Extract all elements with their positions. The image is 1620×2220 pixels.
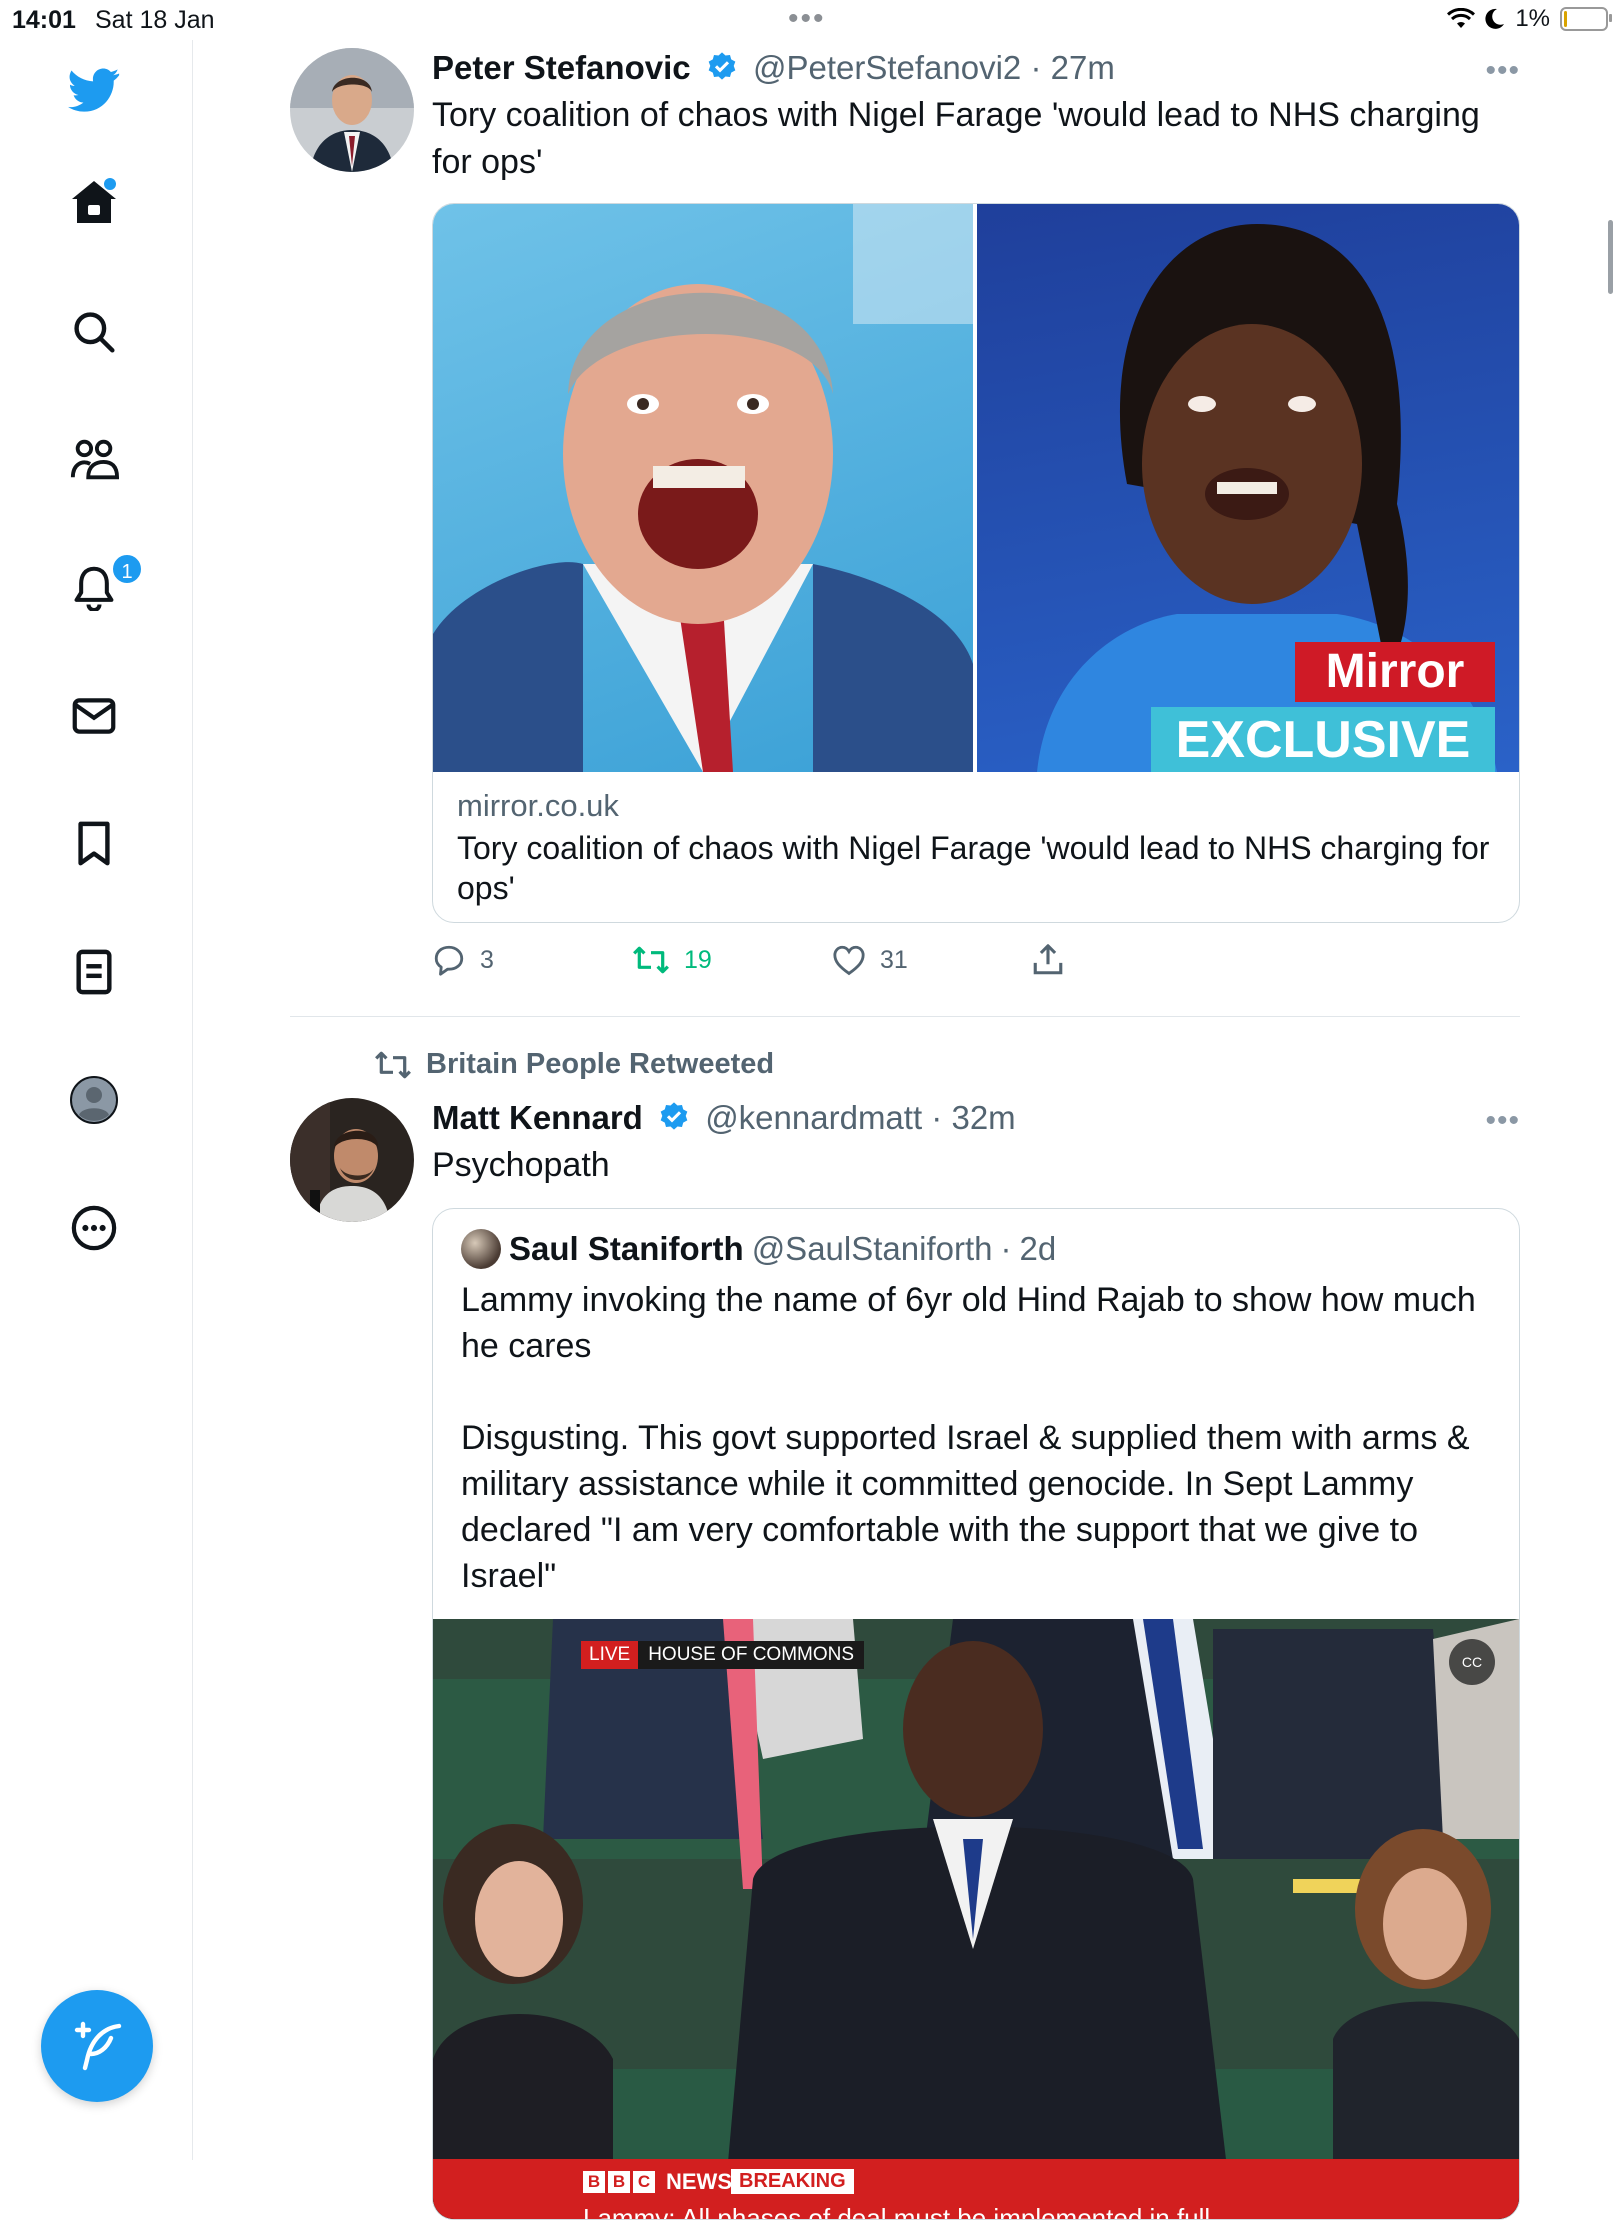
- card-image-right: Mirror EXCLUSIVE: [977, 204, 1519, 772]
- nav-messages[interactable]: [58, 680, 130, 752]
- captions-icon: CC: [1461, 1654, 1483, 1670]
- mirror-logo: Mirror: [1295, 642, 1495, 702]
- nav-more[interactable]: [58, 1192, 130, 1264]
- ticker-text: Lammy: All phases of deal must be implem…: [583, 2203, 1211, 2219]
- tweet-actions: 3 19 31: [432, 943, 1232, 977]
- card-title: Tory coalition of chaos with Nigel Farag…: [457, 830, 1490, 906]
- bbc-logo: BBC NEWS: [583, 2169, 732, 2195]
- author-handle[interactable]: @PeterStefanovi2: [753, 49, 1021, 86]
- nav-lists[interactable]: [58, 936, 130, 1008]
- tweet-divider: [290, 1016, 1520, 1017]
- status-time: 14:01: [12, 6, 76, 34]
- timeline[interactable]: Peter Stefanovic @PeterStefanovi2 · 27m …: [192, 0, 1620, 2220]
- share-button[interactable]: [1032, 943, 1232, 977]
- quoted-paragraph: Lammy invoking the name of 6yr old Hind …: [461, 1281, 1476, 1365]
- retweet-icon: [633, 946, 669, 974]
- nav-home[interactable]: [58, 166, 130, 238]
- verified-badge-icon: [708, 52, 736, 80]
- more-icon: [71, 1205, 117, 1251]
- card-image-left: [433, 204, 973, 772]
- reply-button[interactable]: 3: [432, 943, 632, 977]
- author-name[interactable]: Matt Kennard: [432, 1099, 643, 1136]
- live-banner: LIVE HOUSE OF COMMONS: [581, 1641, 865, 1669]
- social-context-label: Britain People Retweeted: [426, 1048, 775, 1080]
- nav-bookmarks[interactable]: [58, 808, 130, 880]
- like-button[interactable]: 31: [832, 943, 1032, 977]
- card-domain: mirror.co.uk: [457, 788, 619, 823]
- like-count: 31: [880, 945, 908, 974]
- separator-dot: ·: [931, 1099, 952, 1136]
- home-unread-dot: [104, 178, 116, 190]
- reply-count: 3: [480, 945, 494, 974]
- nav-profile[interactable]: [58, 1064, 130, 1136]
- more-options-icon[interactable]: •••: [1485, 54, 1520, 88]
- quoted-avatar: [461, 1229, 501, 1269]
- quoted-author-name: Saul Staniforth: [509, 1230, 744, 1267]
- retweet-count: 19: [684, 945, 712, 974]
- social-context[interactable]: Britain People Retweeted: [374, 1048, 774, 1081]
- tweet-header: Peter Stefanovic @PeterStefanovi2 · 27m: [432, 48, 1520, 88]
- tweet-time[interactable]: 27m: [1051, 49, 1115, 86]
- notifications-badge: 1: [110, 552, 144, 586]
- scrollbar[interactable]: [1608, 220, 1613, 294]
- profile-icon: [70, 1076, 118, 1124]
- card-image: Mirror EXCLUSIVE: [433, 204, 1519, 772]
- live-label: LIVE: [581, 1641, 639, 1669]
- quoted-tweet[interactable]: Saul Staniforth @SaulStaniforth · 2d Lam…: [432, 1208, 1520, 2220]
- exclusive-label: EXCLUSIVE: [1151, 707, 1495, 772]
- separator-dot: ·: [1030, 49, 1051, 86]
- author-handle[interactable]: @kennardmatt: [705, 1099, 922, 1136]
- breaking-label: BREAKING: [731, 2169, 854, 2194]
- retweet-button[interactable]: 19: [632, 943, 832, 977]
- reply-icon: [434, 945, 464, 976]
- share-icon: [1033, 944, 1063, 975]
- nav-communities[interactable]: [58, 424, 130, 496]
- bbc-news-label: NEWS: [666, 2169, 732, 2194]
- nav-search[interactable]: [58, 296, 130, 368]
- quoted-tweet-time: 2d: [1019, 1230, 1057, 1267]
- retweet-icon: [375, 1051, 411, 1078]
- twitter-bird-icon[interactable]: [58, 54, 130, 126]
- quoted-tweet-header: Saul Staniforth @SaulStaniforth · 2d: [433, 1209, 1519, 1269]
- nav-notifications[interactable]: 1: [58, 552, 144, 624]
- channel-label: HOUSE OF COMMONS: [638, 1641, 865, 1669]
- avatar[interactable]: [290, 1098, 414, 1222]
- lists-icon: [76, 949, 112, 995]
- captions-button[interactable]: CC: [1449, 1639, 1495, 1685]
- search-icon: [74, 312, 115, 353]
- communities-icon: [70, 439, 119, 480]
- compose-tweet-icon: [74, 2021, 122, 2071]
- quoted-paragraph: Disgusting. This govt supported Israel &…: [461, 1419, 1470, 1595]
- avatar[interactable]: [290, 48, 414, 172]
- news-ticker-bar: BBC NEWS BREAKING Lammy: All phases of d…: [433, 2159, 1519, 2219]
- more-options-icon[interactable]: •••: [1485, 1104, 1520, 1138]
- author-name[interactable]: Peter Stefanovic: [432, 49, 691, 86]
- tweet-header: Matt Kennard @kennardmatt · 32m: [432, 1098, 1520, 1138]
- bookmarks-icon: [78, 821, 110, 866]
- separator-dot: ·: [1000, 1230, 1012, 1267]
- messages-icon: [72, 698, 116, 734]
- link-card[interactable]: Mirror EXCLUSIVE mirror.co.uk Tory coali…: [432, 203, 1520, 923]
- verified-badge-icon: [660, 1102, 688, 1130]
- tweet-content: Peter Stefanovic @PeterStefanovi2 · 27m …: [432, 48, 1520, 186]
- tweet-text: Tory coalition of chaos with Nigel Farag…: [432, 96, 1480, 181]
- tweet-text: Psychopath: [432, 1146, 610, 1184]
- heart-icon: [833, 945, 865, 976]
- compose-tweet-button[interactable]: [41, 1990, 153, 2102]
- quoted-tweet-text: Lammy invoking the name of 6yr old Hind …: [433, 1269, 1519, 1599]
- embedded-video[interactable]: LIVE HOUSE OF COMMONS CC BBC NEWS BREAKI…: [433, 1619, 1519, 2219]
- sidebar-nav: 1: [0, 40, 193, 2160]
- quoted-author-handle: @SaulStaniforth: [751, 1230, 993, 1267]
- tweet-content: Matt Kennard @kennardmatt · 32m ••• Psyc…: [432, 1098, 1520, 1189]
- tweet-time[interactable]: 32m: [951, 1099, 1015, 1136]
